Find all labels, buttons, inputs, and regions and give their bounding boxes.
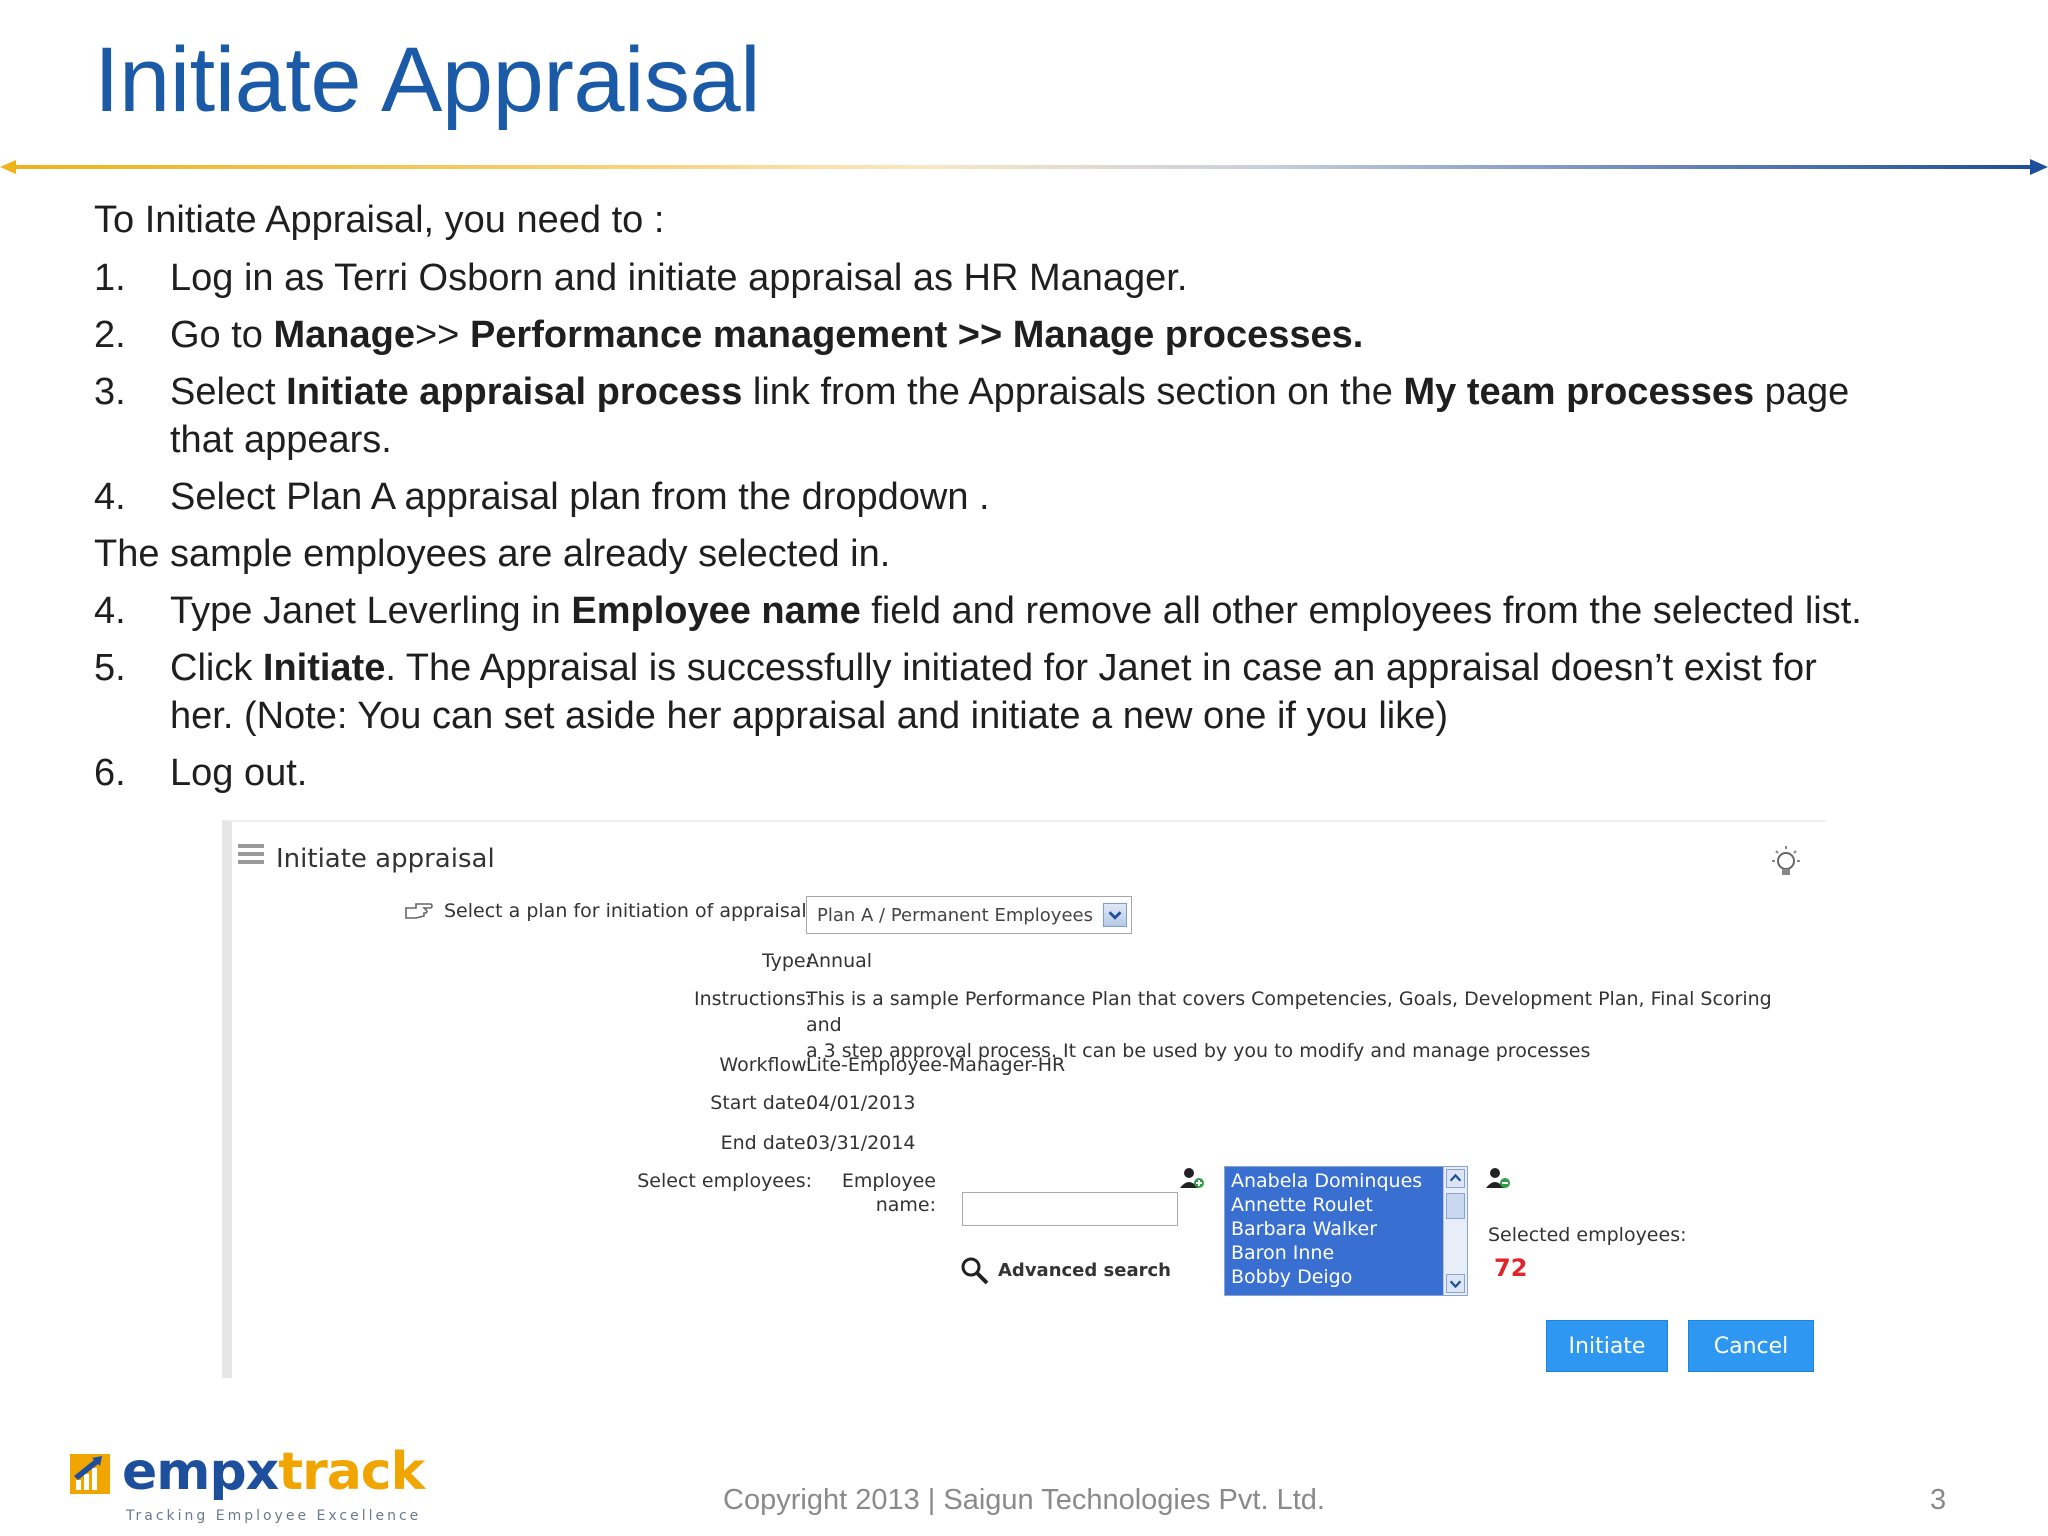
employee-listbox[interactable]: Anabela Dominques Annette Roulet Barbara… [1224,1166,1468,1296]
type-value: Annual [806,950,873,972]
instructions-value: This is a sample Performance Plan that c… [806,988,1772,1062]
workflow-value: Lite-Employee-Manager-HR [806,1054,1066,1076]
select-plan-label: Select a plan for initiation of appraisa… [444,900,814,922]
list-item[interactable]: Anabela Dominques [1231,1169,1422,1193]
panel-header: Initiate appraisal [232,822,1826,878]
scroll-down-icon[interactable] [1446,1274,1465,1293]
slide-title: Initiate Appraisal [94,29,761,131]
intro-line: To Initiate Appraisal, you need to : [94,199,665,241]
remove-employee-icon[interactable] [1484,1164,1512,1192]
plan-dropdown-value: Plan A / Permanent Employees [817,905,1093,926]
list-item[interactable]: Baron Inne [1231,1241,1422,1265]
employee-name-label-2: name: [875,1194,936,1216]
start-date-value: 04/01/2013 [806,1092,916,1114]
lightbulb-icon[interactable] [1766,844,1806,884]
list-item[interactable]: Annette Roulet [1231,1193,1422,1217]
type-label: Type: [761,950,812,972]
copyright-text: Copyright 2013 | Saigun Technologies Pvt… [723,1484,1325,1516]
add-employee-icon[interactable] [1178,1164,1206,1192]
scrollbar[interactable] [1443,1167,1467,1295]
scroll-thumb[interactable] [1446,1193,1465,1219]
initiate-button[interactable]: Initiate [1546,1320,1668,1372]
list-item[interactable]: Barbara Walker [1231,1217,1422,1241]
initiate-appraisal-panel: Initiate appraisal Select a plan for ini… [222,820,1826,1378]
selected-employees-label: Selected employees: [1488,1224,1687,1246]
cancel-button[interactable]: Cancel [1688,1320,1814,1372]
end-date-value: 03/31/2014 [806,1132,916,1154]
panel-title: Initiate appraisal [276,844,495,874]
scroll-up-icon[interactable] [1446,1169,1465,1188]
select-employees-label: Select employees: [637,1170,812,1192]
list-item[interactable]: Bobby Deigo [1231,1265,1422,1289]
pointing-hand-icon [405,903,433,919]
start-date-label: Start date: [710,1092,812,1114]
page-number: 3 [1930,1484,1947,1516]
employee-name-label-1: Employee [841,1170,936,1192]
workflow-label: Workflow: [719,1054,812,1076]
note-line: The sample employees are already selecte… [94,533,891,575]
instructions-label: Instructions: [694,988,812,1010]
selected-count: 72 [1494,1254,1528,1282]
search-icon [961,1257,989,1285]
menu-icon[interactable] [238,844,264,864]
plan-dropdown[interactable]: Plan A / Permanent Employees [806,896,1132,934]
chevron-down-icon[interactable] [1103,903,1127,927]
divider-arrow-line [0,159,2048,175]
end-date-label: End date: [720,1132,812,1154]
employee-name-input[interactable] [962,1192,1178,1226]
